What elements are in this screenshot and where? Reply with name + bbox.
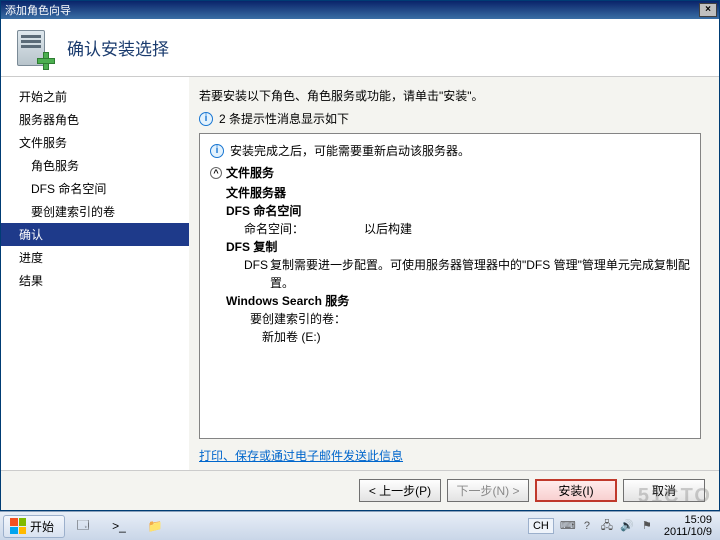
info-count-text: 2 条提示性消息显示如下 (219, 110, 349, 127)
sidebar-item-progress[interactable]: 进度 (1, 246, 189, 269)
replication-sub: DFS (244, 256, 270, 292)
titlebar[interactable]: 添加角色向导 × (1, 1, 719, 19)
info-line: i 2 条提示性消息显示如下 (199, 110, 701, 127)
section-file-services: ^ 文件服务 (210, 164, 690, 182)
restart-note: 安装完成之后，可能需要重新启动该服务器。 (230, 142, 470, 160)
quick-launch-explorer[interactable]: 🗔 (67, 514, 99, 538)
index-value: 新加卷 (E:) (262, 328, 690, 346)
tray-network-icon[interactable]: 🖧 (600, 519, 614, 533)
info-icon: i (210, 144, 224, 158)
sidebar-item-index-volumes[interactable]: 要创建索引的卷 (1, 200, 189, 223)
replication-note: 复制需要进一步配置。可使用服务器管理器中的"DFS 管理"管理单元完成复制配置。 (270, 256, 690, 292)
language-indicator[interactable]: CH (528, 518, 554, 534)
button-bar: < 上一步(P) 下一步(N) > 安装(I) 取消 (1, 470, 719, 510)
close-icon[interactable]: × (699, 3, 717, 17)
start-label: 开始 (30, 518, 54, 535)
explorer-icon: 🗔 (77, 516, 90, 537)
sidebar-item-dfs-namespace[interactable]: DFS 命名空间 (1, 177, 189, 200)
row-namespace: 命名空间： 以后构建 (244, 220, 690, 238)
namespace-key: 命名空间： (244, 220, 364, 238)
wizard-steps-sidebar: 开始之前 服务器角色 文件服务 角色服务 DFS 命名空间 要创建索引的卷 确认… (1, 77, 189, 470)
tray-sound-icon[interactable]: 🔊 (620, 519, 634, 533)
sidebar-item-before-begin[interactable]: 开始之前 (1, 85, 189, 108)
main-panel: 若要安装以下角色、角色服务或功能，请单击"安装"。 i 2 条提示性消息显示如下… (189, 77, 719, 470)
item-windows-search: Windows Search 服务 (226, 292, 690, 310)
window-body: 确认安装选择 开始之前 服务器角色 文件服务 角色服务 DFS 命名空间 要创建… (1, 19, 719, 510)
restart-warning: i 安装完成之后，可能需要重新启动该服务器。 (210, 142, 690, 160)
window-title: 添加角色向导 (3, 2, 699, 18)
next-button: 下一步(N) > (447, 479, 529, 502)
sidebar-item-role-services[interactable]: 角色服务 (1, 154, 189, 177)
row-replication: DFS 复制需要进一步配置。可使用服务器管理器中的"DFS 管理"管理单元完成复… (244, 256, 690, 292)
powershell-icon: >_ (112, 519, 126, 533)
page-header: 确认安装选择 (1, 19, 719, 77)
windows-logo-icon (10, 518, 26, 534)
namespace-value: 以后构建 (364, 220, 412, 238)
wizard-window: 添加角色向导 × 确认安装选择 开始之前 服务器角色 文件服务 角色服务 DFS… (0, 0, 720, 511)
sidebar-item-server-roles[interactable]: 服务器角色 (1, 108, 189, 131)
quick-launch-folder[interactable]: 📁 (139, 514, 171, 538)
tray-flag-icon[interactable]: ⚑ (640, 519, 654, 533)
sidebar-item-results[interactable]: 结果 (1, 269, 189, 292)
taskbar: 开始 🗔 >_ 📁 CH ⌨ ? 🖧 🔊 ⚑ 15:09 2011/10/9 (0, 511, 720, 540)
info-icon: i (199, 112, 213, 126)
section-title: 文件服务 (226, 164, 274, 182)
item-file-server: 文件服务器 (226, 184, 690, 202)
system-tray: CH ⌨ ? 🖧 🔊 ⚑ 15:09 2011/10/9 (524, 512, 720, 540)
sidebar-item-file-services[interactable]: 文件服务 (1, 131, 189, 154)
content-area: 开始之前 服务器角色 文件服务 角色服务 DFS 命名空间 要创建索引的卷 确认… (1, 77, 719, 470)
folder-icon: 📁 (148, 519, 163, 533)
cancel-button[interactable]: 取消 (623, 479, 705, 502)
print-save-email-link[interactable]: 打印、保存或通过电子邮件发送此信息 (199, 447, 701, 464)
start-button[interactable]: 开始 (3, 515, 65, 538)
taskbar-clock[interactable]: 15:09 2011/10/9 (660, 514, 716, 538)
tray-help-icon[interactable]: ? (580, 519, 594, 533)
sidebar-item-confirm[interactable]: 确认 (1, 223, 189, 246)
install-button[interactable]: 安装(I) (535, 479, 617, 502)
item-dfs-replication: DFS 复制 (226, 238, 690, 256)
collapse-icon[interactable]: ^ (210, 167, 222, 179)
server-add-icon (13, 28, 53, 68)
clock-time: 15:09 (664, 514, 712, 526)
previous-button[interactable]: < 上一步(P) (359, 479, 441, 502)
instruction-text: 若要安装以下角色、角色服务或功能，请单击"安装"。 (199, 87, 701, 104)
page-title: 确认安装选择 (67, 35, 169, 60)
index-key: 要创建索引的卷： (250, 310, 690, 328)
clock-date: 2011/10/9 (664, 526, 712, 538)
confirmation-details: i 安装完成之后，可能需要重新启动该服务器。 ^ 文件服务 文件服务器 DFS … (199, 133, 701, 439)
tray-keyboard-icon[interactable]: ⌨ (560, 519, 574, 533)
item-dfs-namespace: DFS 命名空间 (226, 202, 690, 220)
quick-launch-powershell[interactable]: >_ (103, 514, 135, 538)
